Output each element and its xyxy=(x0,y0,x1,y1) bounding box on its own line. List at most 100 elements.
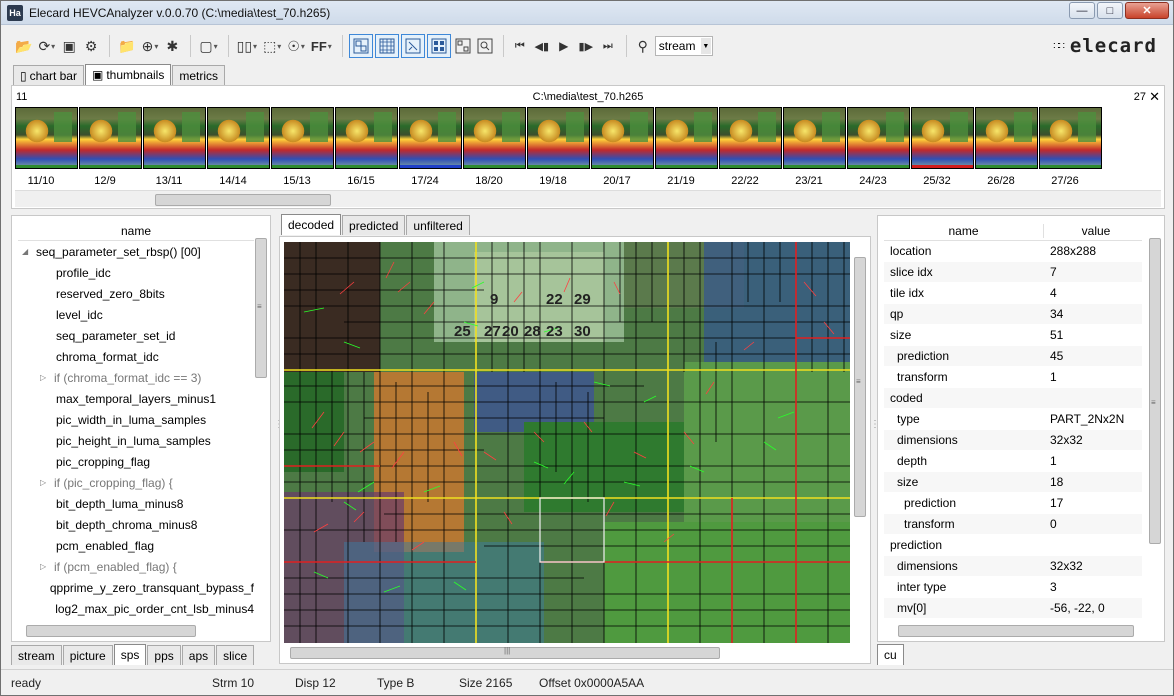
tree-row[interactable]: reserved_zero_8bits xyxy=(18,283,254,304)
thumbnail-item[interactable]: 16/15 xyxy=(335,107,399,187)
thumbnail-scrollbar[interactable] xyxy=(15,190,1161,207)
selection-button[interactable]: ⬚ ▾ xyxy=(261,34,283,58)
tab-decoded[interactable]: decoded xyxy=(281,214,342,235)
tab-pps[interactable]: pps xyxy=(147,645,181,665)
property-row[interactable]: dimensions 32x32 xyxy=(884,556,1142,577)
reload-button[interactable]: ⟳ ▾ xyxy=(36,34,57,58)
thumbnail-item[interactable]: 18/20 xyxy=(463,107,527,187)
open-file-button[interactable]: 📁 xyxy=(116,34,137,58)
property-row[interactable]: slice idx 7 xyxy=(884,262,1142,283)
next-frame-button[interactable]: ▮▶ xyxy=(576,34,596,58)
tree-row[interactable]: max_temporal_layers_minus1 xyxy=(18,388,254,409)
property-row[interactable]: dimensions 32x32 xyxy=(884,430,1142,451)
stream-select[interactable]: stream ▼ xyxy=(654,36,713,56)
property-row[interactable]: size 18 xyxy=(884,472,1142,493)
scrollbar-thumb[interactable] xyxy=(1149,238,1161,544)
frame-horizontal-scrollbar[interactable]: ||| xyxy=(284,645,854,661)
pin-button[interactable]: ✱ xyxy=(162,34,182,58)
view-split-toggle[interactable] xyxy=(348,34,373,58)
tree-row[interactable]: level_idc xyxy=(18,304,254,325)
tree-row[interactable]: ▷ if (pcm_enabled_flag) { xyxy=(18,556,254,577)
play-button[interactable]: ▶ xyxy=(554,34,574,58)
scrollbar-thumb[interactable] xyxy=(155,194,331,206)
close-button[interactable]: ✕ xyxy=(1125,2,1169,19)
thumbnail-item[interactable]: 19/18 xyxy=(527,107,591,187)
scrollbar-thumb[interactable] xyxy=(854,257,866,517)
property-row[interactable]: transform 1 xyxy=(884,367,1142,388)
scrollbar-thumb[interactable] xyxy=(26,625,196,637)
thumbnail-item[interactable]: 14/14 xyxy=(207,107,271,187)
properties-horizontal-scrollbar[interactable] xyxy=(882,623,1160,639)
tree-row[interactable]: ▷ if (pic_cropping_flag) { xyxy=(18,472,254,493)
property-row[interactable]: qp 34 xyxy=(884,304,1142,325)
thumbnail-item[interactable]: 25/32 xyxy=(911,107,975,187)
minimize-button[interactable]: — xyxy=(1069,2,1095,19)
maximize-button[interactable]: □ xyxy=(1097,2,1123,19)
thumbnail-item[interactable]: 21/19 xyxy=(655,107,719,187)
tree-row[interactable]: chroma_format_idc xyxy=(18,346,254,367)
tree-row[interactable]: pic_cropping_flag xyxy=(18,451,254,472)
view-detail-button[interactable] xyxy=(453,34,473,58)
tab-unfiltered[interactable]: unfiltered xyxy=(406,215,470,235)
property-row[interactable]: inter type 3 xyxy=(884,577,1142,598)
thumbnail-item[interactable]: 23/21 xyxy=(783,107,847,187)
property-row[interactable]: transform 0 xyxy=(884,514,1142,535)
tree-row[interactable]: pic_height_in_luma_samples xyxy=(18,430,254,451)
view-quad-toggle[interactable] xyxy=(426,34,451,58)
thumbnail-item[interactable]: 27/26 xyxy=(1039,107,1103,187)
property-row[interactable]: location 288x288 xyxy=(884,241,1142,262)
property-row[interactable]: depth 1 xyxy=(884,451,1142,472)
thumbnail-item[interactable]: 22/22 xyxy=(719,107,783,187)
property-row[interactable]: prediction xyxy=(884,535,1142,556)
tab-metrics[interactable]: metrics xyxy=(172,65,226,85)
tab-cu[interactable]: cu xyxy=(877,644,904,665)
search-button[interactable]: ⚲ xyxy=(633,34,653,58)
expand-toggle-icon[interactable]: ▷ xyxy=(40,478,50,487)
decoded-frame-view[interactable]: 9 20 22 23 25 27 28 29 30 xyxy=(284,242,850,643)
tree-row[interactable]: qpprime_y_zero_transquant_bypass_f xyxy=(18,577,254,598)
properties-vertical-scrollbar[interactable]: ≡ xyxy=(1148,238,1162,618)
tab-predicted[interactable]: predicted xyxy=(342,215,406,235)
property-row[interactable]: mv[0] -56, -22, 0 xyxy=(884,598,1142,619)
first-frame-button[interactable]: ⏮ xyxy=(510,34,530,58)
tree-row[interactable]: seq_parameter_set_id xyxy=(18,325,254,346)
tree-row[interactable]: pcm_enabled_flag xyxy=(18,535,254,556)
thumbnail-item[interactable]: 12/9 xyxy=(79,107,143,187)
bar-chart-button[interactable]: ▯▯ ▾ xyxy=(235,34,259,58)
property-row[interactable]: prediction 17 xyxy=(884,493,1142,514)
tab-stream[interactable]: stream xyxy=(11,645,62,665)
thumbnail-item[interactable]: 13/11 xyxy=(143,107,207,187)
thumbnail-item[interactable]: 26/28 xyxy=(975,107,1039,187)
thumbnail-item[interactable]: 17/24 xyxy=(399,107,463,187)
ff-button[interactable]: FF ▾ xyxy=(309,34,334,58)
tree-row[interactable]: ▷ if (chroma_format_idc == 3) xyxy=(18,367,254,388)
tree-vertical-scrollbar[interactable]: ≡ xyxy=(254,238,268,618)
property-row[interactable]: type PART_2Nx2N xyxy=(884,409,1142,430)
tab-picture[interactable]: picture xyxy=(62,645,113,665)
property-row[interactable]: tile idx 4 xyxy=(884,283,1142,304)
thumbnail-item[interactable]: 24/23 xyxy=(847,107,911,187)
expand-toggle-icon[interactable]: ▷ xyxy=(40,373,50,382)
thumbnail-item[interactable]: 15/13 xyxy=(271,107,335,187)
expand-toggle-icon[interactable]: ▷ xyxy=(40,562,50,571)
tree-row[interactable]: bit_depth_chroma_minus8 xyxy=(18,514,254,535)
property-row[interactable]: size 51 xyxy=(884,325,1142,346)
tree-row[interactable]: profile_idc xyxy=(18,262,254,283)
tree-row[interactable]: bit_depth_luma_minus8 xyxy=(18,493,254,514)
add-button[interactable]: ⊕ ▾ xyxy=(140,34,161,58)
tree-row[interactable]: log2_max_pic_order_cnt_lsb_minus4 xyxy=(18,598,254,619)
property-row[interactable]: prediction 45 xyxy=(884,346,1142,367)
view-zoom-toggle[interactable] xyxy=(400,34,425,58)
tab-sps[interactable]: sps xyxy=(113,644,147,665)
tab-aps[interactable]: aps xyxy=(181,645,216,665)
display-options-button[interactable]: ▢ ▾ xyxy=(197,34,219,58)
close-thumbnails-icon[interactable]: ✕ xyxy=(1149,89,1160,105)
save-button[interactable]: ▣ xyxy=(59,34,79,58)
scrollbar-thumb[interactable] xyxy=(898,625,1134,637)
expand-toggle-icon[interactable]: ◢ xyxy=(22,247,32,256)
settings-button[interactable]: ⚙ xyxy=(81,34,101,58)
tab-chart-bar[interactable]: ▯ chart bar xyxy=(13,65,84,85)
tree-row[interactable]: pic_width_in_luma_samples xyxy=(18,409,254,430)
tree-row[interactable]: ◢ seq_parameter_set_rbsp() [00] xyxy=(18,241,254,262)
view-search-button[interactable] xyxy=(475,34,495,58)
